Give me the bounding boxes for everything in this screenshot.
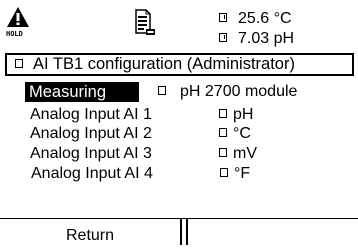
analog-input-2-label[interactable]: Analog Input AI 2 [30, 124, 152, 144]
right-softkey[interactable] [186, 219, 358, 245]
status-bar: HOLD 25.6 °C 7.03 pH [0, 0, 358, 52]
analog-input-4-unit: °F [234, 165, 251, 182]
square-marker-icon [220, 168, 228, 177]
measuring-value-text: pH 2700 module [180, 83, 298, 100]
analog-input-1-value[interactable]: pH [219, 105, 253, 125]
square-marker-icon [219, 33, 227, 42]
analog-input-3-label[interactable]: Analog Input AI 3 [30, 144, 152, 164]
square-marker-icon [219, 109, 227, 118]
square-marker-icon [219, 13, 227, 22]
menu-title: AI TB1 configuration (Administrator) [5, 53, 354, 76]
hold-warning-icon [7, 7, 29, 27]
ph-reading: 7.03 pH [219, 31, 294, 47]
square-marker-icon [15, 59, 23, 68]
square-marker-icon [158, 86, 166, 95]
square-marker-icon [219, 148, 227, 157]
analog-input-2-value[interactable]: °C [219, 124, 251, 144]
temperature-reading: 25.6 °C [219, 11, 292, 27]
ph-value: 7.03 pH [238, 30, 295, 47]
hold-indicator: HOLD [6, 6, 32, 38]
measuring-field[interactable]: Measuring [25, 82, 139, 102]
analog-input-2-unit: °C [233, 125, 251, 142]
analog-input-1-unit: pH [233, 106, 254, 123]
analog-input-1-label[interactable]: Analog Input AI 1 [30, 105, 152, 125]
measuring-value[interactable]: pH 2700 module [158, 82, 297, 102]
temperature-value: 25.6 °C [238, 10, 292, 27]
hold-label: HOLD [6, 30, 23, 38]
return-softkey[interactable]: Return [0, 219, 182, 245]
analog-input-4-value[interactable]: °F [220, 164, 250, 184]
analog-input-4-label[interactable]: Analog Input AI 4 [31, 164, 153, 184]
analog-input-3-unit: mV [233, 145, 257, 162]
menu-title-text: AI TB1 configuration (Administrator) [33, 55, 295, 73]
square-marker-icon [219, 128, 227, 137]
device-screen: HOLD 25.6 °C 7.03 pH AI TB1 configuratio… [0, 0, 358, 245]
analog-input-3-value[interactable]: mV [219, 144, 257, 164]
parameter-document-icon [134, 9, 156, 37]
